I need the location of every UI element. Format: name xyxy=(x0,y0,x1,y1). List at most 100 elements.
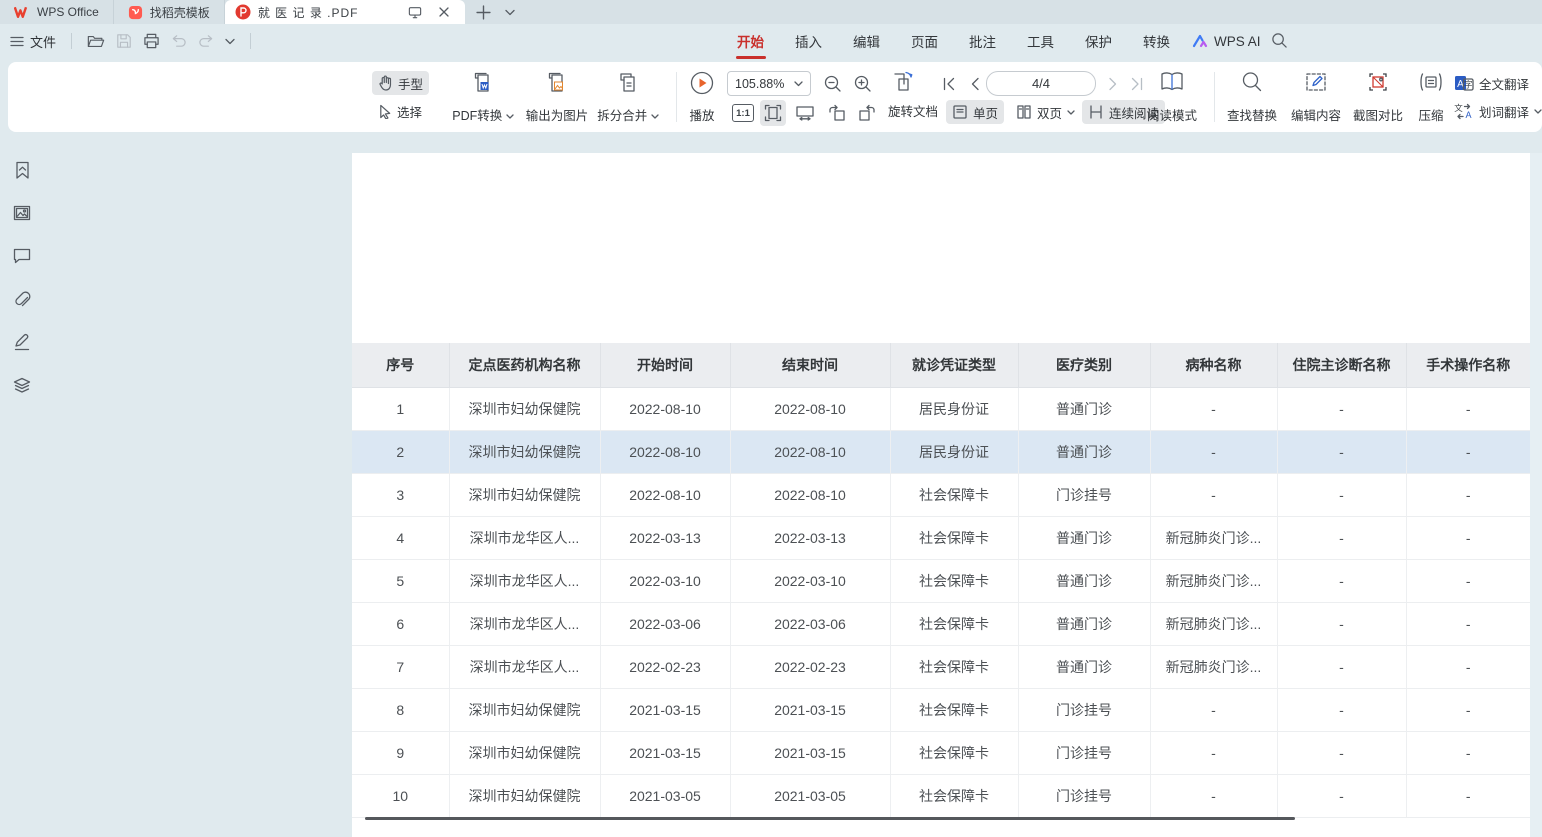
folder-open-icon[interactable] xyxy=(87,34,105,49)
table-cell: 深圳市妇幼保健院 xyxy=(449,473,600,516)
table-cell: 社会保障卡 xyxy=(890,645,1018,688)
split-merge-label: 拆分合并 xyxy=(597,109,647,123)
wps-ai-button[interactable]: WPS AI xyxy=(1192,24,1261,58)
divider xyxy=(1214,72,1215,122)
monitor-icon[interactable] xyxy=(404,6,426,19)
tab-annotate[interactable]: 批注 xyxy=(967,25,998,57)
find-replace-label: 查找替换 xyxy=(1227,105,1277,124)
new-tab-plus-icon[interactable] xyxy=(473,5,495,20)
table-cell: - xyxy=(1150,473,1277,516)
double-page-button[interactable]: 双页 xyxy=(1010,100,1081,124)
column-header: 就诊凭证类型 xyxy=(890,343,1018,387)
double-page-label: 双页 xyxy=(1037,103,1062,122)
play-icon xyxy=(689,70,715,96)
page-number-input[interactable]: 4/4 xyxy=(986,71,1096,96)
zoom-level-select[interactable]: 105.88% xyxy=(727,71,811,96)
word-translate-button[interactable]: 文A 划词翻译 xyxy=(1454,99,1542,123)
tab-label: 就 医 记 录 .PDF xyxy=(258,4,397,21)
tab-page[interactable]: 页面 xyxy=(909,25,940,57)
tab-tools[interactable]: 工具 xyxy=(1025,25,1056,57)
table-cell: - xyxy=(1406,645,1530,688)
compress-button[interactable]: 压缩 xyxy=(1408,70,1454,124)
table-row: 8深圳市妇幼保健院2021-03-152021-03-15社会保障卡门诊挂号--… xyxy=(352,688,1530,731)
table-cell: 普通门诊 xyxy=(1018,516,1150,559)
table-cell: - xyxy=(1277,645,1406,688)
edit-content-button[interactable]: 编辑内容 xyxy=(1284,70,1348,124)
single-page-button[interactable]: 单页 xyxy=(946,100,1004,124)
select-tool-button[interactable]: 选择 xyxy=(372,99,429,123)
tab-convert[interactable]: 转换 xyxy=(1141,25,1172,57)
rotate-left-icon[interactable] xyxy=(824,100,850,126)
screenshot-compare-button[interactable]: 截图对比 xyxy=(1346,70,1410,124)
zoom-in-icon[interactable] xyxy=(850,71,876,97)
play-button[interactable]: 播放 xyxy=(680,70,724,124)
table-cell: - xyxy=(1150,774,1277,817)
find-replace-button[interactable]: 查找替换 xyxy=(1220,70,1284,124)
table-cell: 2022-03-10 xyxy=(730,559,890,602)
rotate-pages-icon[interactable] xyxy=(890,69,916,95)
bookmark-icon[interactable] xyxy=(10,158,34,182)
double-page-icon xyxy=(1016,104,1032,120)
fit-page-icon[interactable] xyxy=(760,100,786,126)
undo-icon[interactable] xyxy=(171,34,187,48)
pdf-page[interactable]: 序号定点医药机构名称开始时间结束时间就诊凭证类型医疗类别病种名称住院主诊断名称手… xyxy=(352,153,1530,837)
table-cell: 普通门诊 xyxy=(1018,602,1150,645)
table-cell: - xyxy=(1406,387,1530,430)
fit-width-icon[interactable] xyxy=(792,100,818,126)
table-cell: 2022-03-10 xyxy=(600,559,730,602)
chevron-down-icon[interactable] xyxy=(225,38,235,45)
table-cell: 7 xyxy=(352,645,449,688)
tab-document-active[interactable]: 就 医 记 录 .PDF xyxy=(225,0,465,24)
redo-icon[interactable] xyxy=(198,34,214,48)
tab-insert[interactable]: 插入 xyxy=(793,25,824,57)
full-translate-button[interactable]: A字 全文翻译 xyxy=(1454,71,1542,95)
tab-edit[interactable]: 编辑 xyxy=(851,25,882,57)
layers-icon[interactable] xyxy=(10,373,34,397)
hand-tool-label: 手型 xyxy=(398,74,423,93)
rotate-right-icon[interactable] xyxy=(854,100,880,126)
close-icon[interactable] xyxy=(433,6,455,18)
split-merge-icon xyxy=(615,70,641,96)
actual-size-icon[interactable]: 1:1 xyxy=(730,100,756,126)
read-mode-button[interactable]: 阅读模式 xyxy=(1140,70,1204,124)
svg-text:A: A xyxy=(1465,110,1471,120)
table-cell: - xyxy=(1406,473,1530,516)
split-merge-button[interactable]: 拆分合并 xyxy=(586,70,670,124)
search-icon[interactable] xyxy=(1271,32,1288,49)
table-cell: 2021-03-15 xyxy=(730,731,890,774)
table-cell: 门诊挂号 xyxy=(1018,731,1150,774)
tab-docer[interactable]: 找稻壳模板 xyxy=(114,0,225,24)
image-icon[interactable] xyxy=(10,201,34,225)
tab-protect[interactable]: 保护 xyxy=(1083,25,1114,57)
table-row: 3深圳市妇幼保健院2022-08-102022-08-10社会保障卡门诊挂号--… xyxy=(352,473,1530,516)
edit-icon xyxy=(1304,70,1328,94)
save-icon[interactable] xyxy=(116,33,132,49)
table-cell: - xyxy=(1406,559,1530,602)
column-header: 病种名称 xyxy=(1150,343,1277,387)
file-menu-button[interactable]: 文件 xyxy=(10,32,56,51)
table-cell: 普通门诊 xyxy=(1018,430,1150,473)
print-icon[interactable] xyxy=(143,33,160,49)
comment-icon[interactable] xyxy=(10,244,34,268)
table-cell: 4 xyxy=(352,516,449,559)
single-page-icon xyxy=(952,104,968,120)
table-cell: - xyxy=(1277,688,1406,731)
horizontal-scrollbar[interactable] xyxy=(365,817,1295,820)
zoom-out-icon[interactable] xyxy=(820,71,846,97)
tab-list-chevron-icon[interactable] xyxy=(499,9,521,16)
signature-pen-icon[interactable] xyxy=(10,330,34,354)
table-cell: 普通门诊 xyxy=(1018,387,1150,430)
tab-home[interactable]: 开始 xyxy=(735,25,766,57)
rotate-doc-label[interactable]: 旋转文档 xyxy=(888,100,938,124)
next-page-icon[interactable] xyxy=(1100,71,1126,97)
first-page-icon[interactable] xyxy=(936,71,962,97)
tab-label: 找稻壳模板 xyxy=(150,4,210,21)
side-panel-icons xyxy=(0,132,44,397)
prev-page-icon[interactable] xyxy=(962,71,988,97)
paperclip-icon[interactable] xyxy=(10,287,34,311)
tab-wps-home[interactable]: WPS Office xyxy=(0,0,114,24)
vertical-scrollbar[interactable] xyxy=(1530,153,1542,837)
hand-tool-button[interactable]: 手型 xyxy=(372,71,429,95)
wps-pdf-window: { "tabbar": { "home_tab": "WPS Office", … xyxy=(0,0,1542,837)
table-cell: 深圳市龙华区人... xyxy=(449,559,600,602)
